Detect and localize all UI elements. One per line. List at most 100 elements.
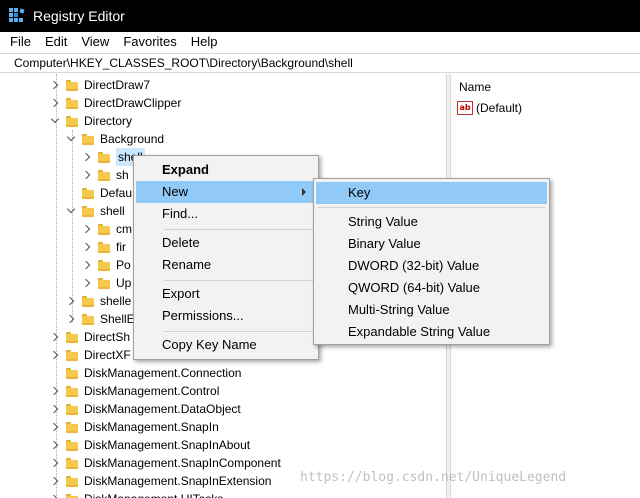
tree-item[interactable]: DiskManagement.DataObject (50, 400, 241, 418)
menu-bar: File Edit View Favorites Help (0, 32, 640, 52)
tree-item[interactable]: DiskManagement.SnapInComponent (50, 454, 281, 472)
tree-item[interactable]: Directory (50, 112, 132, 130)
tree-item[interactable]: Defau (66, 184, 132, 202)
menu-view[interactable]: View (74, 32, 116, 52)
expand-chevron-icon[interactable] (50, 80, 60, 90)
menu-separator (318, 207, 545, 208)
tree-item[interactable]: fir (82, 238, 126, 256)
expand-chevron-icon[interactable] (82, 260, 92, 270)
tree-item[interactable]: DirectDrawClipper (50, 94, 181, 112)
tree-item[interactable]: DiskManagement.UITasks (50, 490, 223, 498)
tree-item-label: DirectDraw7 (84, 78, 151, 92)
folder-icon (66, 439, 78, 451)
submenu-multi-string-value[interactable]: Multi-String Value (316, 299, 547, 321)
expand-chevron-icon[interactable] (50, 98, 60, 108)
expand-chevron-icon[interactable] (66, 296, 76, 306)
menu-copy-key-name[interactable]: Copy Key Name (136, 334, 316, 356)
no-chevron (50, 368, 60, 378)
collapse-chevron-icon[interactable] (66, 206, 76, 216)
submenu-qword-value[interactable]: QWORD (64-bit) Value (316, 277, 547, 299)
collapse-chevron-icon[interactable] (66, 134, 76, 144)
tree-item-label: cm (116, 222, 132, 236)
submenu-expandable-string-value[interactable]: Expandable String Value (316, 321, 547, 343)
tree-item[interactable]: DirectSh (50, 328, 130, 346)
menu-new[interactable]: New (136, 181, 316, 203)
tree-item[interactable]: cm (82, 220, 132, 238)
tree-item[interactable]: Up (82, 274, 131, 292)
expand-chevron-icon[interactable] (82, 242, 92, 252)
menu-file[interactable]: File (0, 32, 38, 52)
menu-permissions[interactable]: Permissions... (136, 305, 316, 327)
tree-item-label: DirectXF (84, 348, 131, 362)
string-value-icon: ab (457, 101, 473, 115)
tree-item[interactable]: DirectXF (50, 346, 131, 364)
folder-icon (98, 169, 110, 181)
folder-icon (66, 97, 78, 109)
menu-expand[interactable]: Expand (136, 159, 316, 181)
tree-item-label: DiskManagement.UITasks (84, 490, 223, 498)
value-row-default[interactable]: ab (Default) (457, 101, 522, 115)
tree-item[interactable]: DirectDraw7 (50, 76, 150, 94)
tree-item-label: DirectSh (84, 330, 131, 344)
folder-icon (98, 277, 110, 289)
tree-item[interactable]: shelle (66, 292, 131, 310)
menu-help[interactable]: Help (184, 32, 225, 52)
no-chevron (66, 188, 76, 198)
tree-item[interactable]: DiskManagement.SnapIn (50, 418, 219, 436)
folder-icon (98, 259, 110, 271)
expand-chevron-icon[interactable] (50, 476, 60, 486)
tree-item[interactable]: sh (82, 166, 129, 184)
folder-icon (66, 367, 78, 379)
expand-chevron-icon[interactable] (50, 422, 60, 432)
folder-icon (98, 241, 110, 253)
submenu-binary-value[interactable]: Binary Value (316, 233, 547, 255)
folder-icon (82, 313, 94, 325)
menu-edit[interactable]: Edit (38, 32, 74, 52)
expand-chevron-icon[interactable] (66, 314, 76, 324)
expand-chevron-icon[interactable] (50, 440, 60, 450)
menu-export[interactable]: Export (136, 283, 316, 305)
folder-icon (66, 421, 78, 433)
column-header-name[interactable]: Name (459, 80, 491, 94)
expand-chevron-icon[interactable] (82, 170, 92, 180)
menu-favorites[interactable]: Favorites (116, 32, 183, 52)
tree-item-label: fir (116, 240, 126, 254)
tree-item-label: DiskManagement.SnapInComponent (84, 456, 281, 470)
tree-item-label: shell (100, 204, 125, 218)
tree-item[interactable]: DiskManagement.SnapInExtension (50, 472, 271, 490)
folder-icon (66, 493, 78, 498)
folder-icon (66, 349, 78, 361)
submenu-key[interactable]: Key (316, 182, 547, 204)
expand-chevron-icon[interactable] (50, 386, 60, 396)
expand-chevron-icon[interactable] (50, 404, 60, 414)
title-bar: Registry Editor (0, 0, 640, 32)
registry-editor-icon (9, 8, 25, 22)
address-bar[interactable]: Computer\HKEY_CLASSES_ROOT\Directory\Bac… (0, 53, 640, 73)
menu-rename[interactable]: Rename (136, 254, 316, 276)
expand-chevron-icon[interactable] (82, 152, 92, 162)
collapse-chevron-icon[interactable] (50, 116, 60, 126)
menu-find[interactable]: Find... (136, 203, 316, 225)
menu-separator (164, 280, 314, 281)
tree-item[interactable]: DiskManagement.Control (50, 382, 219, 400)
submenu-dword-value[interactable]: DWORD (32-bit) Value (316, 255, 547, 277)
expand-chevron-icon[interactable] (50, 350, 60, 360)
tree-item[interactable]: DiskManagement.SnapInAbout (50, 436, 250, 454)
expand-chevron-icon[interactable] (50, 494, 60, 498)
folder-icon (66, 385, 78, 397)
tree-item-label: sh (116, 168, 129, 182)
menu-delete[interactable]: Delete (136, 232, 316, 254)
tree-item[interactable]: shell (66, 202, 125, 220)
expand-chevron-icon[interactable] (82, 224, 92, 234)
submenu-string-value[interactable]: String Value (316, 211, 547, 233)
tree-item-label: DiskManagement.SnapIn (84, 420, 219, 434)
expand-chevron-icon[interactable] (50, 458, 60, 468)
tree-item[interactable]: Po (82, 256, 131, 274)
folder-icon (98, 223, 110, 235)
tree-item[interactable]: Background (66, 130, 164, 148)
expand-chevron-icon[interactable] (82, 278, 92, 288)
expand-chevron-icon[interactable] (50, 332, 60, 342)
tree-item-label: DiskManagement.Control (84, 384, 220, 398)
tree-item[interactable]: ShellE (66, 310, 135, 328)
tree-item[interactable]: DiskManagement.Connection (50, 364, 241, 382)
